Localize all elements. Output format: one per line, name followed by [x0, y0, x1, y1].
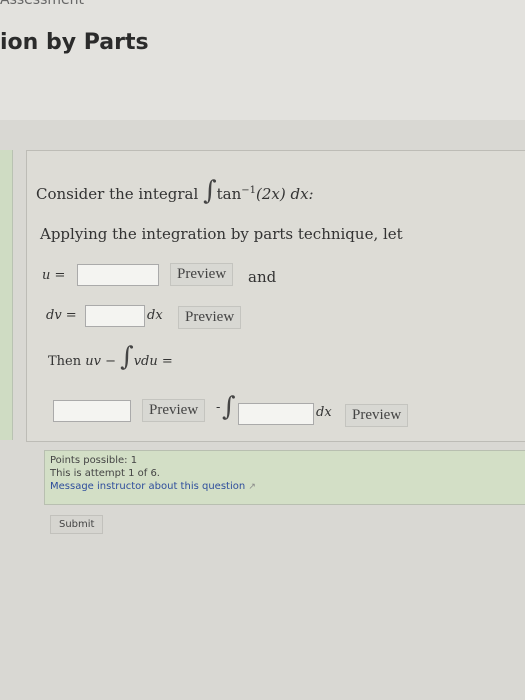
submit-button[interactable]: Submit [50, 515, 104, 534]
uv-input[interactable] [53, 400, 131, 422]
then-expression: Then uv − ∫vdu = [48, 342, 173, 372]
dx-label: dx [147, 308, 163, 323]
message-link-text[interactable]: Message instructor about this question [50, 481, 245, 492]
vdu-text: vdu = [133, 354, 173, 369]
dv-preview-button[interactable]: Preview [178, 306, 242, 329]
dx-label-2: dx [316, 405, 332, 420]
u-label: u = [42, 268, 66, 283]
integral-preview-button[interactable]: Preview [345, 404, 409, 427]
integral-sign: ∫ [222, 392, 236, 422]
then-text: Then [48, 354, 82, 369]
intro-text: Consider the integral [36, 185, 199, 203]
uv-preview-button[interactable]: Preview [142, 399, 206, 422]
and-text: and [248, 268, 277, 286]
external-link-icon: ↗ [248, 482, 256, 492]
message-instructor-link[interactable]: Message instructor about this question ↗ [50, 480, 525, 494]
info-box: Points possible: 1 This is attempt 1 of … [44, 450, 525, 505]
exponent: −1 [241, 185, 257, 196]
page-title: ion by Parts [0, 30, 149, 55]
attempt-info: This is attempt 1 of 6. [50, 468, 160, 479]
breadcrumb[interactable]: Assessment [0, 0, 84, 8]
page-header [0, 0, 525, 120]
u-input[interactable] [77, 264, 159, 286]
minus-sign: - [216, 400, 221, 415]
integral-sign: ∫ [120, 342, 134, 372]
points-possible: Points possible: 1 [50, 455, 138, 466]
integral-input[interactable] [238, 403, 314, 425]
dv-input[interactable] [85, 305, 145, 327]
instruction-text: Applying the integration by parts techni… [40, 225, 403, 243]
question-prompt: Consider the integral ∫tan−1(2x) dx: [36, 176, 314, 206]
argument: (2x) dx: [256, 185, 314, 203]
u-preview-button[interactable]: Preview [170, 263, 234, 286]
integrand: tan [216, 185, 242, 203]
integral-sign: ∫ [203, 176, 217, 206]
dv-label: dv = [46, 308, 77, 323]
sidebar-strip [0, 150, 13, 440]
uv-text: uv − [85, 354, 116, 369]
